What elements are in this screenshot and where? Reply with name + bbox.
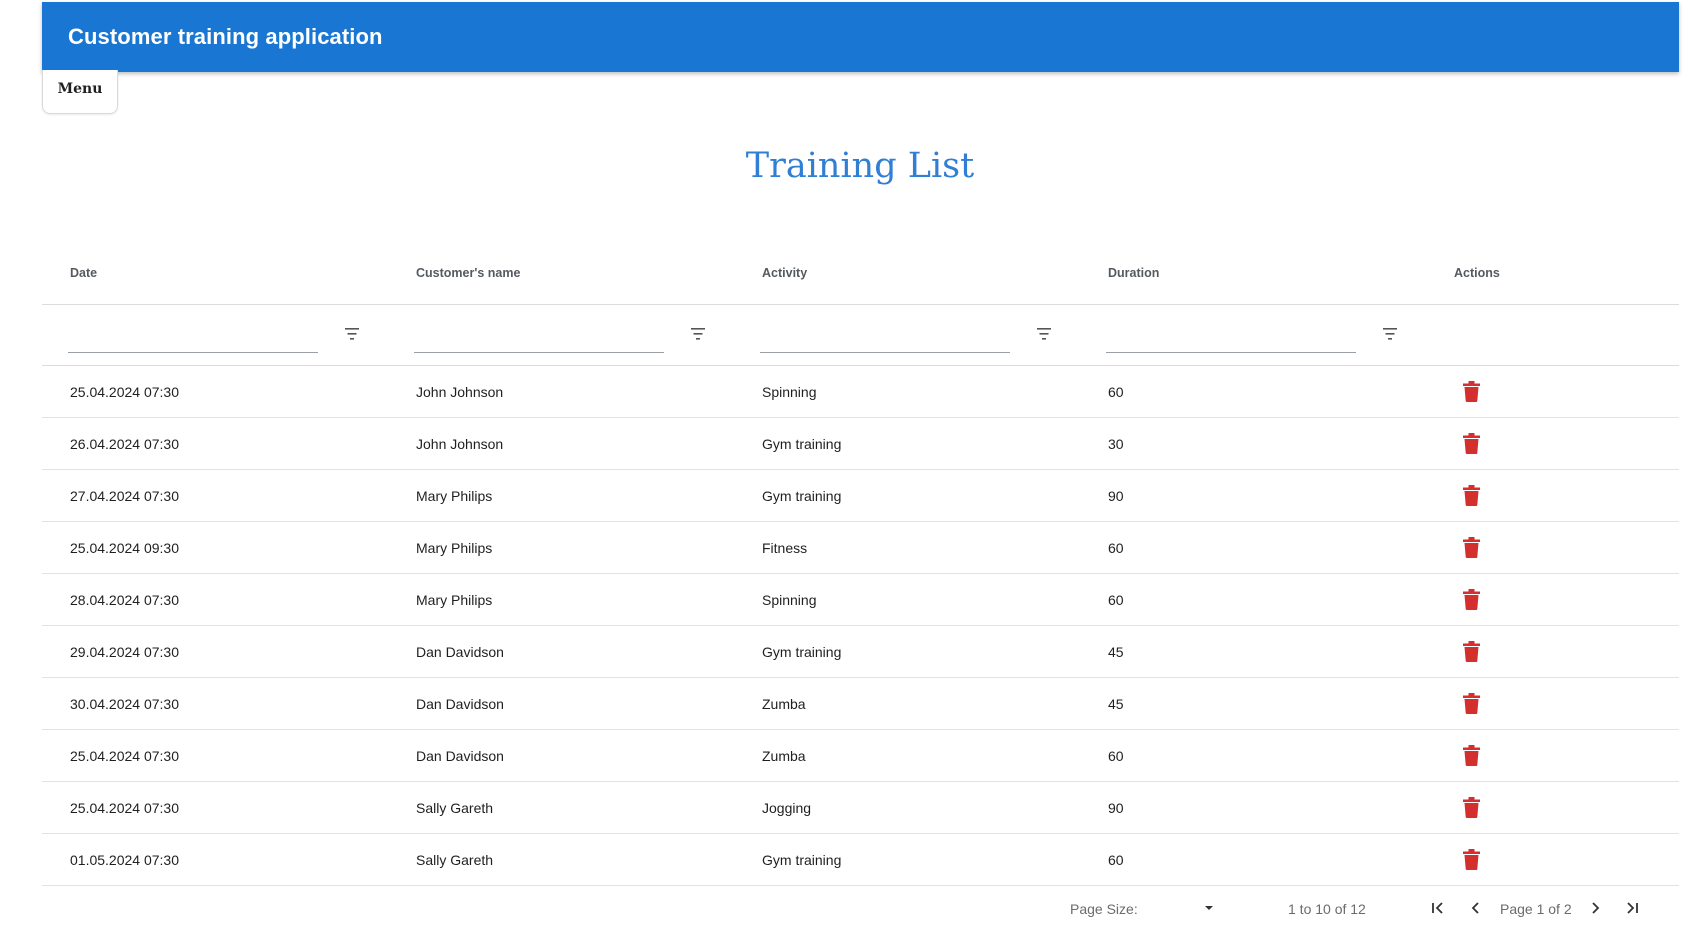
- date-cell: 25.04.2024 07:30: [70, 748, 179, 764]
- filter-icon[interactable]: [1382, 327, 1398, 341]
- trash-icon[interactable]: [1463, 745, 1480, 766]
- training-grid: Date Customer's name Activity Duration A…: [42, 244, 1679, 886]
- app-bar: Customer training application: [42, 2, 1679, 72]
- date-cell: 25.04.2024 09:30: [70, 540, 179, 556]
- customer-filter-input[interactable]: [414, 322, 664, 353]
- duration-cell: 60: [1108, 540, 1124, 556]
- activity-cell: Jogging: [762, 800, 812, 816]
- duration-cell: 60: [1108, 592, 1124, 608]
- date-cell: 01.05.2024 07:30: [70, 852, 179, 868]
- column-header-date[interactable]: Date: [70, 266, 97, 280]
- activity-cell: Gym training: [762, 644, 842, 660]
- table-row[interactable]: 01.05.2024 07:30 Sally Gareth Gym training…: [42, 834, 1679, 886]
- activity-cell: Zumba: [762, 748, 806, 764]
- customer-name-cell: John Johnson: [416, 384, 504, 400]
- duration-cell: 60: [1108, 748, 1124, 764]
- page-title: Training List: [745, 146, 975, 186]
- table-row[interactable]: 28.04.2024 07:30 Mary Philips Spinning 60: [42, 574, 1679, 626]
- trash-icon[interactable]: [1463, 797, 1480, 818]
- menu-button[interactable]: Menu: [42, 70, 118, 114]
- activity-cell: Gym training: [762, 488, 842, 504]
- activity-cell: Gym training: [762, 436, 842, 452]
- table-row[interactable]: 25.04.2024 07:30 Dan Davidson Zumba 60: [42, 730, 1679, 782]
- customer-name-cell: Sally Gareth: [416, 852, 494, 868]
- first-page-icon[interactable]: [1428, 898, 1448, 918]
- table-row[interactable]: 27.04.2024 07:30 Mary Philips Gym training…: [42, 470, 1679, 522]
- customer-name-cell: John Johnson: [416, 436, 504, 452]
- trash-icon[interactable]: [1463, 381, 1480, 402]
- trash-icon[interactable]: [1463, 537, 1480, 558]
- grid-body: 25.04.2024 07:30 John Johnson Spinning 60 26…: [42, 366, 1679, 886]
- column-header-actions: Actions: [1454, 266, 1500, 280]
- trash-icon[interactable]: [1463, 849, 1480, 870]
- date-cell: 30.04.2024 07:30: [70, 696, 179, 712]
- trash-icon[interactable]: [1463, 589, 1480, 610]
- date-cell: 27.04.2024 07:30: [70, 488, 179, 504]
- table-row[interactable]: 25.04.2024 09:30 Mary Philips Fitness 60: [42, 522, 1679, 574]
- pagination-bar: Page Size: 1 to 10 of 12 Page 1 of 2: [42, 884, 1679, 934]
- customer-name-cell: Sally Gareth: [416, 800, 494, 816]
- trash-icon[interactable]: [1463, 433, 1480, 454]
- customer-name-cell: Dan Davidson: [416, 748, 504, 764]
- column-header-customer[interactable]: Customer's name: [416, 266, 520, 280]
- date-filter-input[interactable]: [68, 322, 318, 353]
- activity-cell: Spinning: [762, 592, 817, 608]
- duration-cell: 90: [1108, 488, 1124, 504]
- caret-down-icon[interactable]: [1202, 899, 1216, 917]
- table-row[interactable]: 26.04.2024 07:30 John Johnson Gym training…: [42, 418, 1679, 470]
- table-row[interactable]: 25.04.2024 07:30 John Johnson Spinning 60: [42, 366, 1679, 418]
- activity-cell: Spinning: [762, 384, 817, 400]
- customer-name-cell: Mary Philips: [416, 592, 493, 608]
- last-page-icon[interactable]: [1622, 898, 1642, 918]
- duration-cell: 45: [1108, 696, 1124, 712]
- trash-icon[interactable]: [1463, 693, 1480, 714]
- activity-cell: Gym training: [762, 852, 842, 868]
- date-cell: 25.04.2024 07:30: [70, 384, 179, 400]
- chevron-left-icon[interactable]: [1466, 898, 1486, 918]
- trash-icon[interactable]: [1463, 485, 1480, 506]
- date-cell: 26.04.2024 07:30: [70, 436, 179, 452]
- grid-header-row: Date Customer's name Activity Duration A…: [42, 244, 1679, 305]
- filter-icon[interactable]: [1036, 327, 1052, 341]
- table-row[interactable]: 29.04.2024 07:30 Dan Davidson Gym training…: [42, 626, 1679, 678]
- grid-filter-row: [42, 305, 1679, 366]
- filter-icon[interactable]: [344, 327, 360, 341]
- duration-cell: 30: [1108, 436, 1124, 452]
- duration-cell: 60: [1108, 384, 1124, 400]
- customer-name-cell: Dan Davidson: [416, 696, 504, 712]
- activity-cell: Zumba: [762, 696, 806, 712]
- trash-icon[interactable]: [1463, 641, 1480, 662]
- date-cell: 29.04.2024 07:30: [70, 644, 179, 660]
- table-row[interactable]: 25.04.2024 07:30 Sally Gareth Jogging 90: [42, 782, 1679, 834]
- duration-filter-input[interactable]: [1106, 322, 1356, 353]
- app-title: Customer training application: [68, 24, 383, 49]
- activity-filter-input[interactable]: [760, 322, 1010, 353]
- row-range-text: 1 to 10 of 12: [1288, 901, 1366, 917]
- customer-name-cell: Mary Philips: [416, 488, 493, 504]
- customer-name-cell: Mary Philips: [416, 540, 493, 556]
- page-size-label: Page Size:: [1070, 901, 1138, 917]
- column-header-duration[interactable]: Duration: [1108, 266, 1159, 280]
- duration-cell: 60: [1108, 852, 1124, 868]
- duration-cell: 45: [1108, 644, 1124, 660]
- activity-cell: Fitness: [762, 540, 808, 556]
- date-cell: 28.04.2024 07:30: [70, 592, 179, 608]
- duration-cell: 90: [1108, 800, 1124, 816]
- page-number-text: Page 1 of 2: [1500, 901, 1572, 917]
- table-row[interactable]: 30.04.2024 07:30 Dan Davidson Zumba 45: [42, 678, 1679, 730]
- date-cell: 25.04.2024 07:30: [70, 800, 179, 816]
- filter-icon[interactable]: [690, 327, 706, 341]
- column-header-activity[interactable]: Activity: [762, 266, 807, 280]
- customer-name-cell: Dan Davidson: [416, 644, 504, 660]
- chevron-right-icon[interactable]: [1585, 898, 1605, 918]
